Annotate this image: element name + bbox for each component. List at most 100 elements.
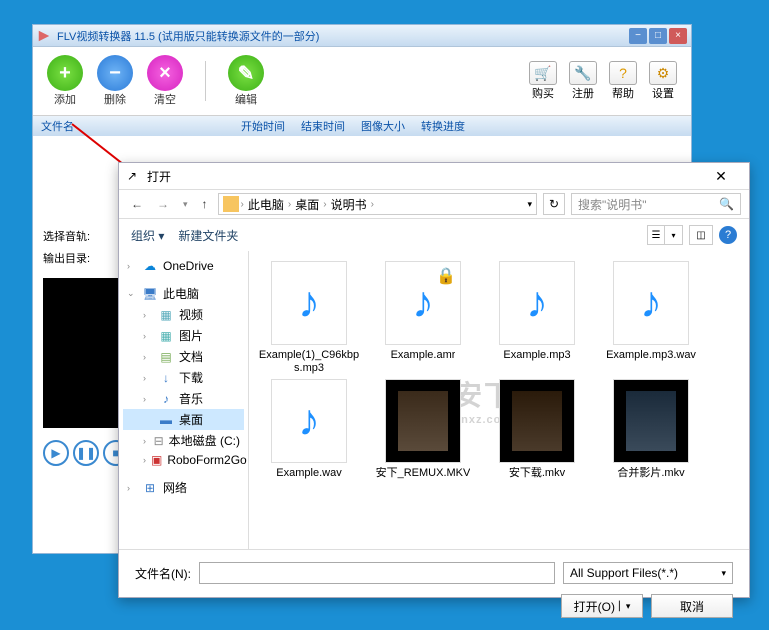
buy-button[interactable]: 🛒购买 [525,61,561,101]
file-item[interactable]: ♪🔒 Example.amr [371,261,475,375]
col-filename[interactable]: 文件名 [41,118,241,134]
nav-dropdown[interactable]: ▾ [179,197,192,212]
search-placeholder: 搜索"说明书" [578,196,647,213]
file-item[interactable]: ♪ Example(1)_C96kbps.mp3 [257,261,361,375]
music-icon: ♪ [298,278,320,328]
file-item[interactable]: 安下载.mkv [485,379,589,480]
organize-menu[interactable]: 组织 ▾ [131,227,164,244]
folder-tree[interactable]: ›☁OneDrive ⌄🖥此电脑 ›▦视频 ›▦图片 ›▤文档 ›↓下载 ›♪音… [119,251,249,549]
file-label: Example.amr [391,349,456,362]
app-title: FLV视频转换器 11.5 (试用版只能转换源文件的一部分) [57,28,629,44]
tree-roboform[interactable]: ›▣RoboForm2Go [123,451,244,469]
lock-icon: 🔒 [436,266,456,286]
pause-button[interactable]: ❚❚ [73,440,99,466]
file-item[interactable]: ♪Example.mp3.wav [599,261,703,375]
file-label: Example.mp3 [503,349,570,362]
main-titlebar: FLV视频转换器 11.5 (试用版只能转换源文件的一部分) − □ × [33,25,691,47]
music-icon: ♪ [412,278,434,328]
maximize-button[interactable]: □ [649,28,667,44]
file-label: 安下_REMUX.MKV [376,467,471,480]
file-label: Example.wav [276,467,341,480]
video-thumbnail [613,379,689,463]
dialog-nav: ← → ▾ ↑ › 此电脑 › 桌面 › 说明书 › ▾ ↻ 搜索"说明书" 🔍 [119,189,749,219]
music-icon: ♪ [298,396,320,446]
music-icon: ♪ [640,278,662,328]
minus-icon: − [109,62,121,85]
clear-button[interactable]: × 清空 [143,55,187,107]
back-button[interactable]: ← [127,195,147,213]
help-label: 帮助 [612,85,634,101]
tree-video[interactable]: ›▦视频 [123,304,244,325]
filename-input[interactable] [199,562,555,584]
search-input[interactable]: 搜索"说明书" 🔍 [571,193,741,215]
dialog-close-button[interactable]: ✕ [701,168,741,185]
settings-button[interactable]: ⚙设置 [645,61,681,101]
preview-pane-button[interactable]: ◫ [689,225,713,245]
play-button[interactable]: ▶ [43,440,69,466]
file-grid[interactable]: 安下载anxz.com ♪Example(1)_C96kbps.mp3 ♪🔒Ex… [249,251,749,549]
col-progress[interactable]: 转换进度 [421,118,481,134]
col-start[interactable]: 开始时间 [241,118,301,134]
dialog-help-button[interactable]: ? [719,226,737,244]
breadcrumb-dropdown[interactable]: ▾ [527,199,532,210]
tree-documents[interactable]: ›▤文档 [123,346,244,367]
help-button[interactable]: ?帮助 [605,61,641,101]
settings-label: 设置 [652,85,674,101]
tree-music[interactable]: ›♪音乐 [123,388,244,409]
breadcrumb-item[interactable]: 桌面 [293,196,321,213]
view-mode-button[interactable]: ☰▾ [647,225,683,245]
delete-button[interactable]: − 删除 [93,55,137,107]
register-button[interactable]: 🔧注册 [565,61,601,101]
breadcrumb-item[interactable]: 此电脑 [246,196,286,213]
file-item[interactable]: 合并影片.mkv [599,379,703,480]
toolbar-separator [205,61,206,101]
breadcrumb[interactable]: › 此电脑 › 桌面 › 说明书 › ▾ [218,193,537,215]
file-label: Example(1)_C96kbps.mp3 [257,349,361,375]
file-label: 合并影片.mkv [617,467,684,480]
video-thumbnail [385,379,461,463]
add-button[interactable]: + 添加 [43,55,87,107]
audio-track-label: 选择音轨: [43,228,90,244]
file-item[interactable]: 安下_REMUX.MKV [371,379,475,480]
buy-label: 购买 [532,85,554,101]
column-headers: 文件名 开始时间 结束时间 图像大小 转换进度 [33,116,691,136]
refresh-button[interactable]: ↻ [543,193,565,215]
breadcrumb-item[interactable]: 说明书 [329,196,369,213]
up-button[interactable]: ↑ [198,195,212,213]
close-button[interactable]: × [669,28,687,44]
dialog-toolbar: 组织 ▾ 新建文件夹 ☰▾ ◫ ? [119,219,749,251]
edit-button[interactable]: ✎ 编辑 [224,55,268,107]
music-icon: ♪ [526,278,548,328]
file-item[interactable]: ♪ Example.wav [257,379,361,480]
dialog-title: 打开 [147,168,701,185]
tree-pictures[interactable]: ›▦图片 [123,325,244,346]
pencil-icon: ✎ [238,61,255,86]
folder-icon [223,196,239,212]
tree-thispc[interactable]: ⌄🖥此电脑 [123,283,244,304]
forward-button[interactable]: → [153,195,173,213]
open-button[interactable]: 打开(O)▏▾ [561,594,643,618]
tree-desktop[interactable]: ▬桌面 [123,409,244,430]
file-item[interactable]: ♪ Example.mp3 [485,261,589,375]
file-label: 安下载.mkv [509,467,565,480]
tree-onedrive[interactable]: ›☁OneDrive [123,257,244,275]
col-size[interactable]: 图像大小 [361,118,421,134]
dialog-icon: ↗ [127,169,141,183]
cancel-button[interactable]: 取消 [651,594,733,618]
video-thumbnail [499,379,575,463]
edit-label: 编辑 [235,91,257,107]
tree-downloads[interactable]: ›↓下载 [123,367,244,388]
tree-cdrive[interactable]: ›⊟本地磁盘 (C:) [123,430,244,451]
main-toolbar: + 添加 − 删除 × 清空 ✎ 编辑 🛒购买 🔧注册 ?帮助 ⚙设置 [33,47,691,116]
register-label: 注册 [572,85,594,101]
add-label: 添加 [54,91,76,107]
new-folder-button[interactable]: 新建文件夹 [178,227,238,244]
search-icon: 🔍 [719,197,734,211]
minimize-button[interactable]: − [629,28,647,44]
tree-network[interactable]: ›⊞网络 [123,477,244,498]
col-end[interactable]: 结束时间 [301,118,361,134]
dialog-bottom: 文件名(N): All Support Files(*.*)▾ 打开(O)▏▾ … [119,549,749,630]
file-filter-combo[interactable]: All Support Files(*.*)▾ [563,562,733,584]
x-icon: × [159,62,171,85]
dialog-titlebar: ↗ 打开 ✕ [119,163,749,189]
